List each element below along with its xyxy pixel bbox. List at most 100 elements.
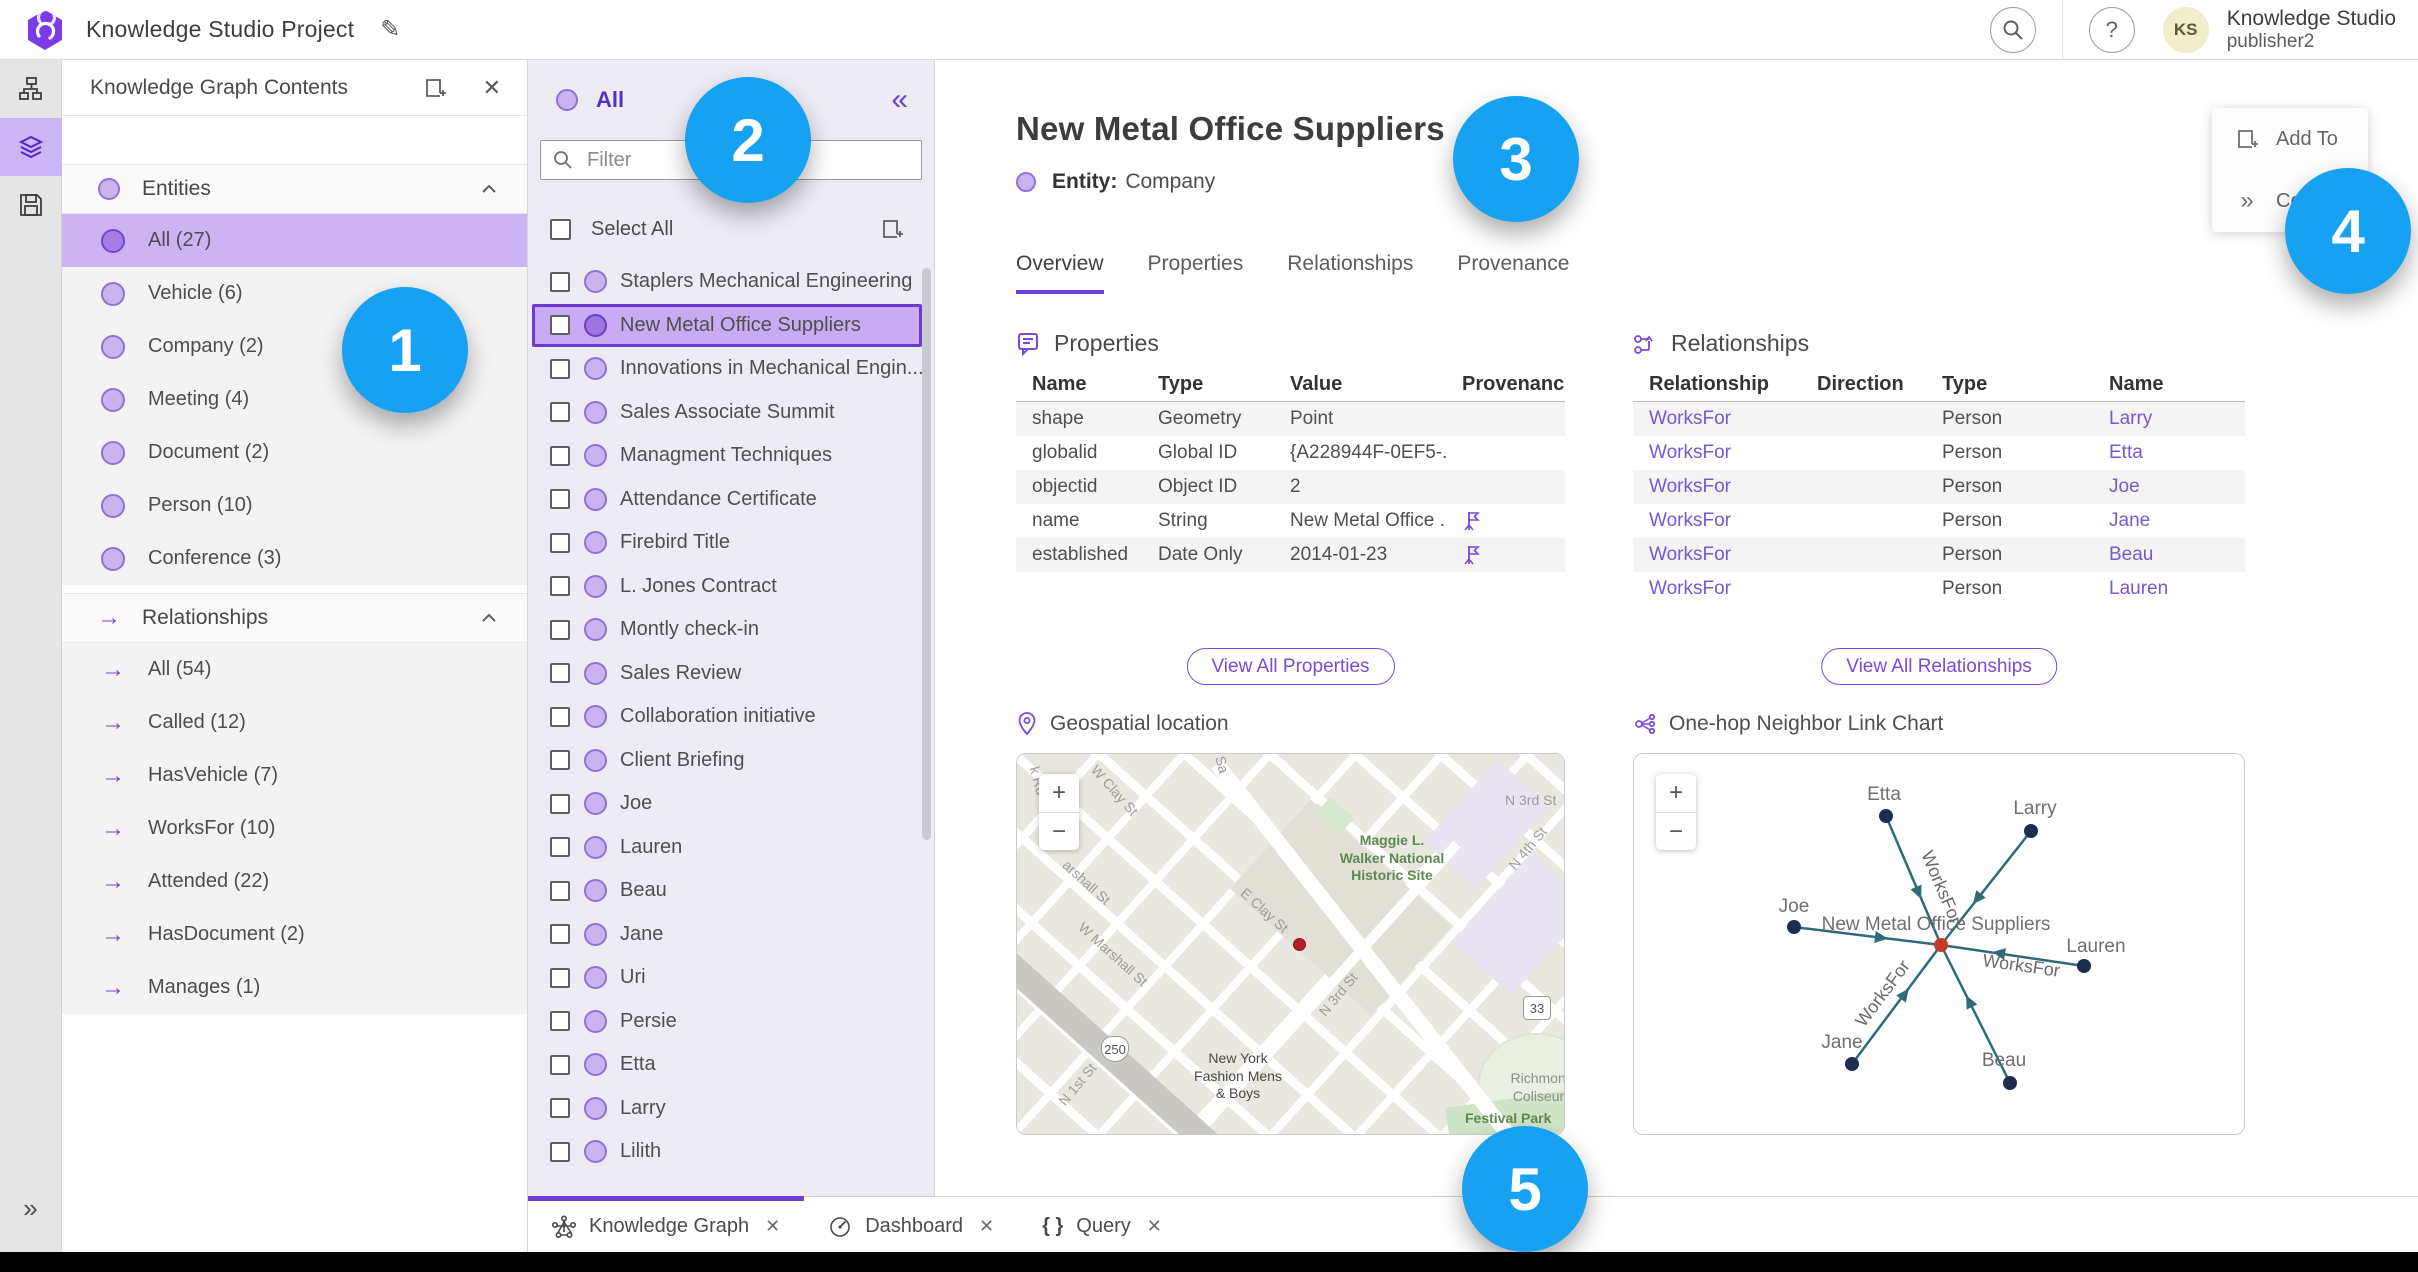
item-checkbox[interactable]: [550, 315, 570, 336]
provenance-flag-icon[interactable]: [1462, 510, 1565, 532]
zoom-out-button[interactable]: −: [1039, 812, 1079, 850]
vertical-scrollbar[interactable]: [922, 268, 931, 840]
node-etta[interactable]: [1879, 809, 1893, 823]
add-selected-button[interactable]: [880, 217, 904, 241]
schema-tool-button[interactable]: [0, 60, 62, 118]
item-checkbox[interactable]: [550, 619, 570, 640]
relationship-type-item[interactable]: → HasDocument (2): [62, 908, 527, 961]
entity-list-item[interactable]: Larry: [532, 1087, 922, 1131]
item-checkbox[interactable]: [550, 576, 570, 597]
tab-query[interactable]: { } Query ✕: [1018, 1196, 1186, 1252]
node-larry[interactable]: [2024, 824, 2038, 838]
select-all-checkbox[interactable]: [550, 218, 571, 240]
item-checkbox[interactable]: [550, 793, 570, 814]
entity-list-item[interactable]: Client Briefing: [532, 739, 922, 783]
entity-list-item[interactable]: Staplers Mechanical Engineering: [532, 260, 922, 304]
relationship-link[interactable]: WorksFor: [1633, 408, 1801, 430]
entity-list-item[interactable]: Jane: [532, 913, 922, 957]
item-checkbox[interactable]: [550, 1054, 570, 1075]
collapse-panel-icon[interactable]: «: [891, 85, 908, 115]
item-checkbox[interactable]: [550, 402, 570, 423]
relationship-link[interactable]: WorksFor: [1633, 442, 1801, 464]
related-name-link[interactable]: Jane: [2093, 510, 2245, 532]
entity-type-item[interactable]: Vehicle (6): [62, 267, 527, 320]
entity-list-item[interactable]: Innovations in Mechanical Engin...: [532, 347, 924, 391]
tab-knowledge-graph[interactable]: Knowledge Graph ✕: [528, 1196, 805, 1252]
entity-list-item[interactable]: Attendance Certificate: [532, 478, 922, 522]
entity-list-item[interactable]: Uri: [532, 956, 922, 1000]
relationship-link[interactable]: WorksFor: [1633, 578, 1801, 600]
item-checkbox[interactable]: [550, 924, 570, 945]
close-tab-icon[interactable]: ✕: [979, 1216, 994, 1237]
edit-title-icon[interactable]: ✎: [380, 15, 400, 44]
view-all-properties-button[interactable]: View All Properties: [1186, 648, 1395, 685]
close-tab-icon[interactable]: ✕: [1147, 1216, 1162, 1237]
relationship-type-item[interactable]: → HasVehicle (7): [62, 749, 527, 802]
relationship-type-item[interactable]: → Attended (22): [62, 855, 527, 908]
help-button[interactable]: ?: [2088, 6, 2135, 53]
entity-list-item[interactable]: Collaboration initiative: [532, 695, 922, 739]
layers-tool-button[interactable]: [0, 118, 62, 176]
relationship-type-item[interactable]: → WorksFor (10): [62, 802, 527, 855]
item-checkbox[interactable]: [550, 750, 570, 771]
relationship-type-item[interactable]: → Manages (1): [62, 961, 527, 1014]
close-panel-button[interactable]: ✕: [483, 75, 501, 101]
item-checkbox[interactable]: [550, 489, 570, 510]
expand-rail-button[interactable]: »: [23, 1193, 37, 1224]
item-checkbox[interactable]: [550, 1098, 570, 1119]
node-jane[interactable]: [1845, 1057, 1859, 1071]
entity-list-item[interactable]: Firebird Title: [532, 521, 922, 565]
add-to-new-button[interactable]: [423, 76, 447, 100]
relationship-type-item[interactable]: → Called (12): [62, 696, 527, 749]
entity-list-item[interactable]: L. Jones Contract: [532, 565, 922, 609]
item-checkbox[interactable]: [550, 706, 570, 727]
item-checkbox[interactable]: [550, 532, 570, 553]
relationships-section-header[interactable]: → Relationships: [62, 593, 527, 643]
relationship-link[interactable]: WorksFor: [1633, 476, 1801, 498]
entity-list-item[interactable]: Etta: [532, 1043, 922, 1087]
related-name-link[interactable]: Beau: [2093, 544, 2245, 566]
entity-list-item[interactable]: Sales Review: [532, 652, 922, 696]
relationship-link[interactable]: WorksFor: [1633, 544, 1801, 566]
entity-type-item[interactable]: Document (2): [62, 426, 527, 479]
item-checkbox[interactable]: [550, 445, 570, 466]
one-hop-link-chart[interactable]: + − WorksFor WorksFor WorksFor Etta Larr…: [1633, 753, 2245, 1135]
close-tab-icon[interactable]: ✕: [765, 1216, 780, 1237]
item-checkbox[interactable]: [550, 1011, 570, 1032]
item-checkbox[interactable]: [550, 837, 570, 858]
zoom-in-button[interactable]: +: [1656, 774, 1696, 812]
add-to-menu-item[interactable]: Add To: [2212, 108, 2368, 170]
related-name-link[interactable]: Lauren: [2093, 578, 2245, 600]
item-checkbox[interactable]: [550, 967, 570, 988]
user-avatar[interactable]: KS: [2162, 6, 2209, 53]
entity-list-item[interactable]: Lauren: [532, 826, 922, 870]
related-name-link[interactable]: Etta: [2093, 442, 2245, 464]
node-beau[interactable]: [2003, 1076, 2017, 1090]
entities-section-header[interactable]: Entities: [62, 164, 527, 214]
entity-list-item[interactable]: Sales Associate Summit: [532, 391, 922, 435]
node-center[interactable]: [1934, 938, 1948, 952]
view-all-relationships-button[interactable]: View All Relationships: [1821, 648, 2057, 685]
entity-list-item[interactable]: New Metal Office Suppliers: [532, 303, 922, 347]
entity-type-item[interactable]: All (27): [62, 214, 527, 267]
tab-dashboard[interactable]: Dashboard ✕: [804, 1196, 1018, 1252]
node-lauren[interactable]: [2077, 959, 2091, 973]
user-info[interactable]: Knowledge Studio publisher2: [2227, 7, 2396, 53]
entity-type-item[interactable]: Person (10): [62, 479, 527, 532]
item-checkbox[interactable]: [550, 880, 570, 901]
related-name-link[interactable]: Larry: [2093, 408, 2245, 430]
save-tool-button[interactable]: [0, 176, 62, 234]
entity-type-item[interactable]: Conference (3): [62, 532, 527, 585]
search-button[interactable]: [1989, 6, 2036, 53]
entity-list-item[interactable]: Persie: [532, 1000, 922, 1044]
item-checkbox[interactable]: [550, 271, 570, 292]
entity-list-item[interactable]: Joe: [532, 782, 922, 826]
provenance-flag-icon[interactable]: [1462, 544, 1565, 566]
zoom-in-button[interactable]: +: [1039, 774, 1079, 812]
geospatial-map[interactable]: + − k Rd W Clay St Sa arshall St W Marsh…: [1016, 753, 1565, 1135]
item-checkbox[interactable]: [550, 358, 570, 379]
relationship-link[interactable]: WorksFor: [1633, 510, 1801, 532]
item-checkbox[interactable]: [550, 1141, 570, 1162]
related-name-link[interactable]: Joe: [2093, 476, 2245, 498]
entity-list-item[interactable]: Beau: [532, 869, 922, 913]
